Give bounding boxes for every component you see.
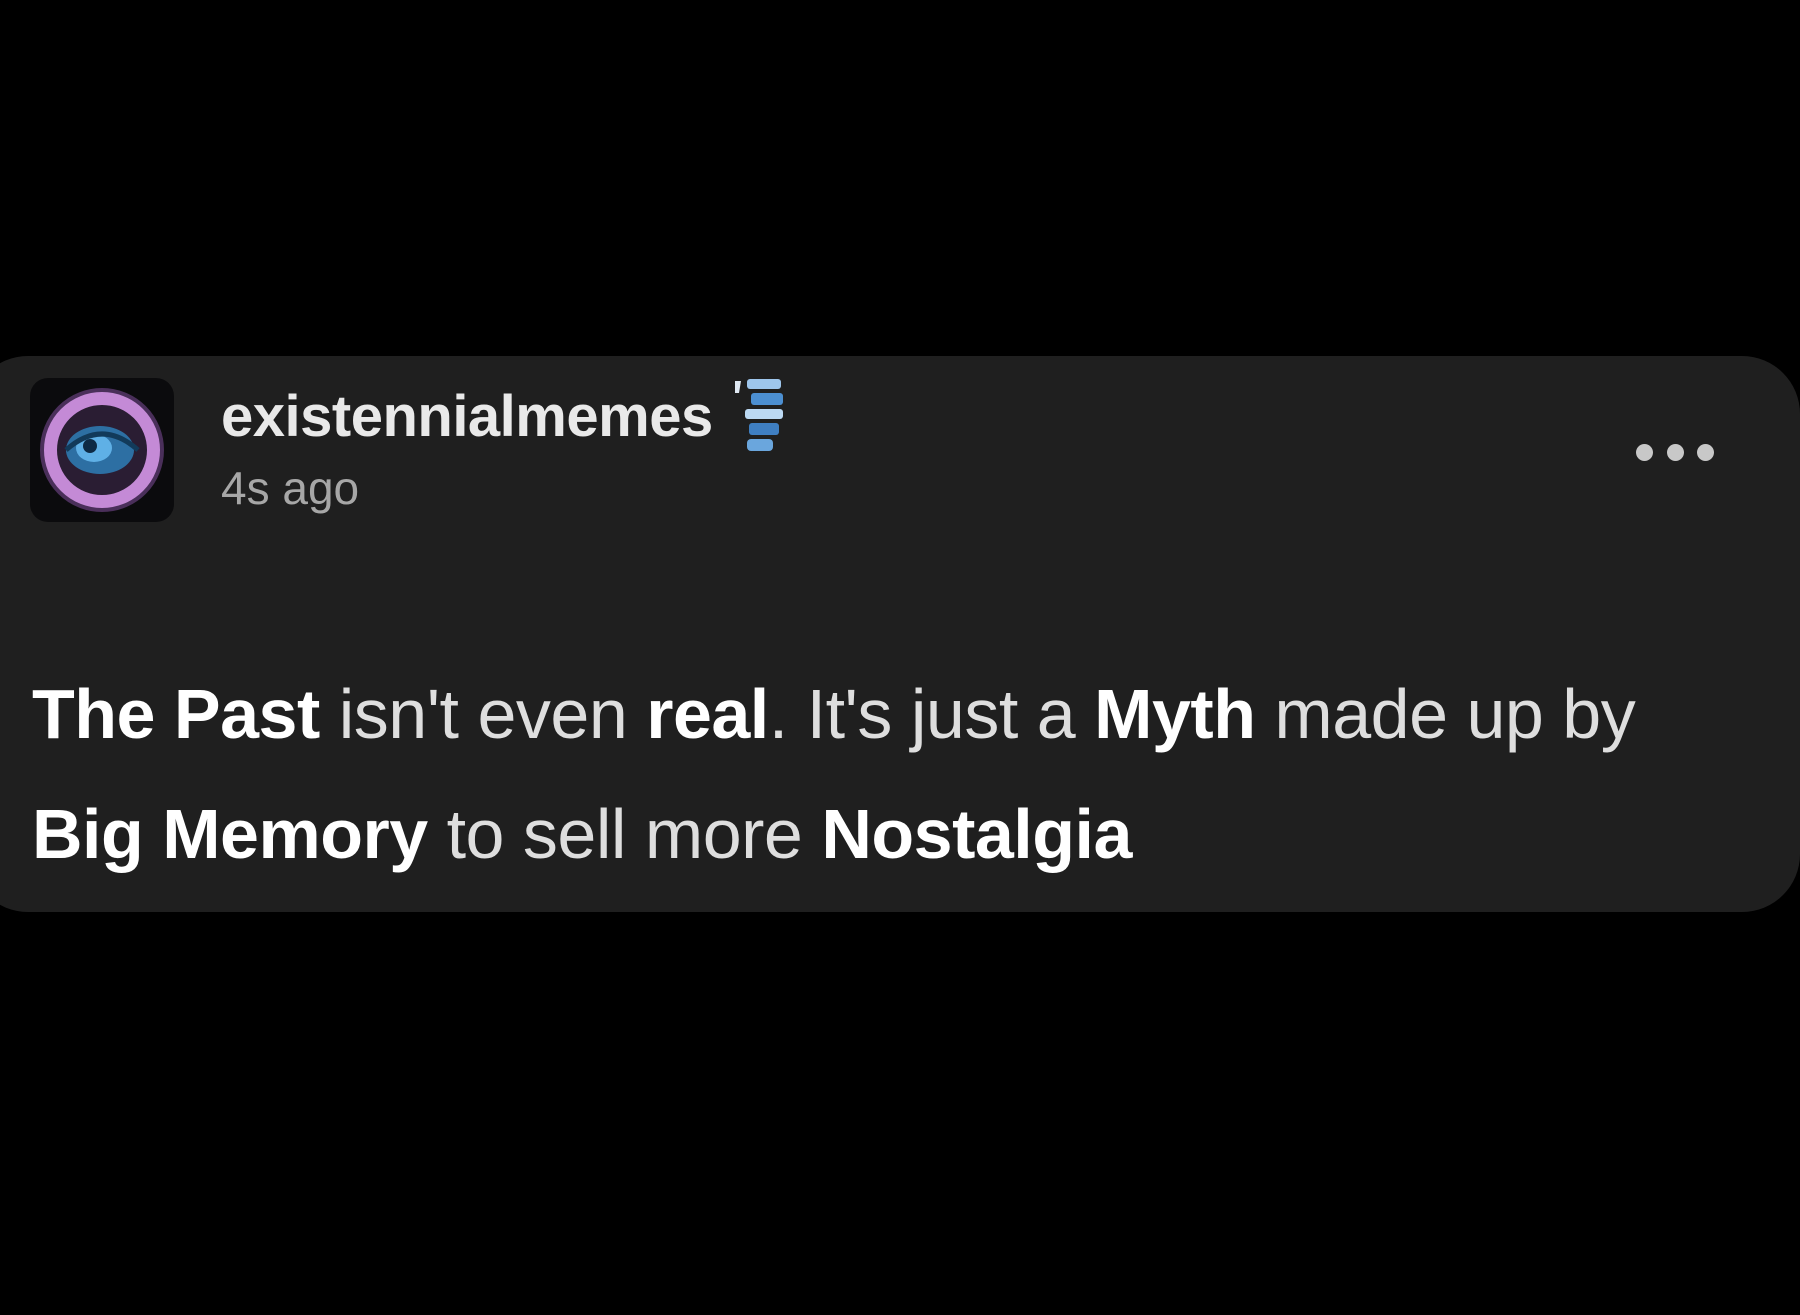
post-header: existennialmemes 4s ago (221, 379, 789, 516)
post-text: . It's just a (768, 675, 1095, 753)
more-options-button[interactable] (1636, 440, 1714, 464)
more-options-icon (1666, 443, 1684, 461)
more-options-icon (1636, 443, 1653, 461)
post-text-bold: The Past (32, 675, 320, 753)
avatar[interactable] (30, 378, 174, 522)
post-text-bold: Nostalgia (821, 795, 1132, 873)
post-text: isn't even (319, 675, 647, 753)
more-options-icon (1697, 443, 1714, 461)
post-body: The Past isn't even real. It's just a My… (32, 654, 1732, 894)
post-text-bold: Big Memory (32, 795, 428, 873)
username[interactable]: existennialmemes (221, 384, 713, 450)
post-text-bold: real (646, 675, 769, 753)
post-text: to sell more (427, 795, 822, 873)
post-timestamp: 4s ago (221, 462, 360, 514)
username-row: existennialmemes (221, 379, 789, 451)
post-card: existennialmemes 4s ago The Past isn't e… (0, 356, 1800, 912)
badge-icon (731, 377, 789, 457)
avatar-eye-icon (40, 388, 164, 512)
post-text: made up by (1255, 675, 1636, 753)
post-text-bold: Myth (1094, 675, 1256, 753)
